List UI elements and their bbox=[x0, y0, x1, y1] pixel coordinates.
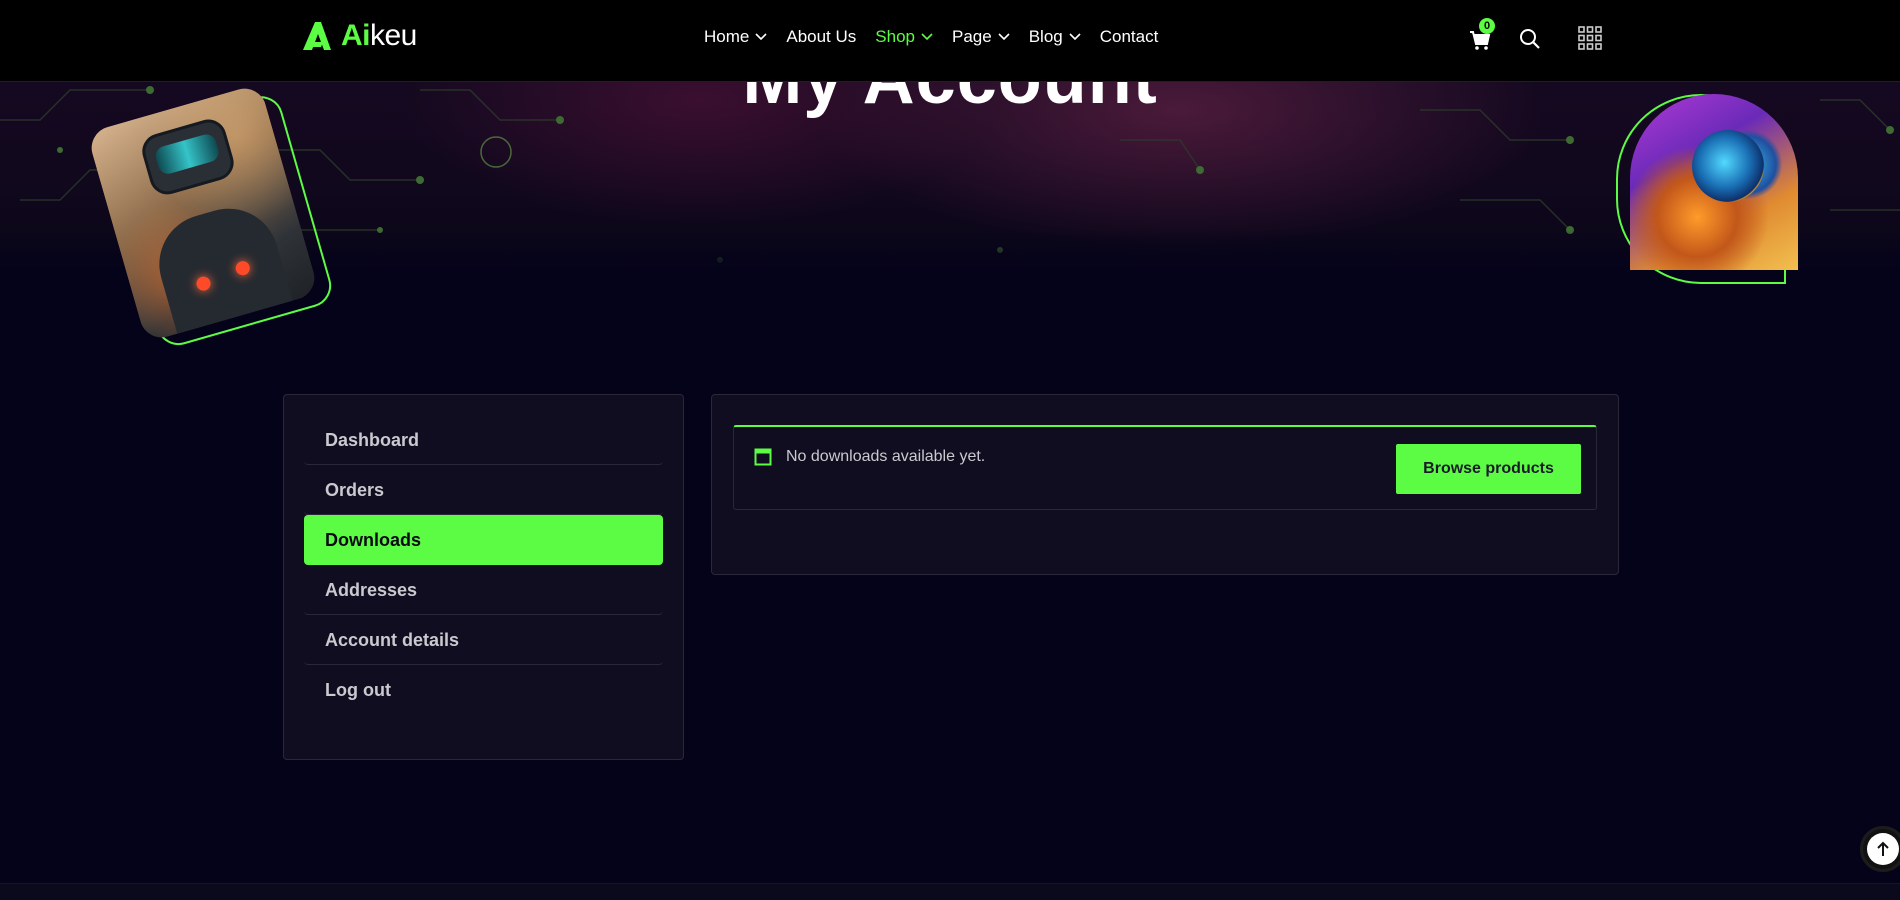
account-navigation: Dashboard Orders Downloads Addresses Acc… bbox=[283, 394, 684, 760]
nav-item-label: Home bbox=[704, 27, 750, 46]
downloads-notice: No downloads available yet. Browse produ… bbox=[733, 425, 1597, 510]
account-nav-downloads[interactable]: Downloads bbox=[304, 515, 663, 565]
nav-item-home[interactable]: Home bbox=[704, 26, 767, 48]
nav-item-shop[interactable]: Shop bbox=[875, 26, 933, 48]
account-nav-orders[interactable]: Orders bbox=[304, 465, 663, 515]
nav-item-blog[interactable]: Blog bbox=[1029, 26, 1081, 48]
nav-item-label: Contact bbox=[1099, 27, 1159, 46]
chevron-down-icon bbox=[755, 33, 767, 41]
notice-window-icon bbox=[754, 448, 772, 466]
nav-item-contact[interactable]: Contact bbox=[1100, 26, 1159, 48]
scroll-top-inner bbox=[1867, 833, 1899, 865]
nav-item-page[interactable]: Page bbox=[952, 26, 1010, 48]
scroll-to-top-button[interactable] bbox=[1860, 826, 1900, 872]
notice-message: No downloads available yet. bbox=[786, 448, 986, 465]
chevron-down-icon bbox=[921, 33, 933, 41]
chevron-down-icon bbox=[998, 33, 1010, 41]
grid-menu-icon[interactable] bbox=[1578, 26, 1602, 50]
logo-text: Aikeu bbox=[341, 19, 417, 52]
logo-mark-icon bbox=[303, 22, 331, 50]
site-header: Aikeu Home About Us Shop Page Blog Conta… bbox=[0, 0, 1900, 82]
chevron-down-icon bbox=[1069, 33, 1081, 41]
nav-item-label: Blog bbox=[1028, 27, 1063, 46]
nav-item-about-us[interactable]: About Us bbox=[786, 26, 856, 48]
robot-eye bbox=[1692, 130, 1764, 202]
robot-helmet-image bbox=[1616, 94, 1804, 284]
cart-count-badge: 0 bbox=[1479, 18, 1495, 34]
main-nav: Home About Us Shop Page Blog Contact bbox=[704, 26, 1177, 48]
account-content: No downloads available yet. Browse produ… bbox=[711, 394, 1619, 575]
browse-products-button[interactable]: Browse products bbox=[1396, 444, 1581, 494]
robot-torso bbox=[147, 196, 296, 343]
nav-item-label: About Us bbox=[786, 27, 857, 46]
search-icon[interactable] bbox=[1518, 27, 1542, 51]
nav-item-label: Page bbox=[952, 27, 992, 46]
site-logo[interactable]: Aikeu bbox=[301, 19, 417, 53]
arrow-up-icon bbox=[1877, 841, 1889, 856]
robot-helmet-picture bbox=[1630, 94, 1798, 270]
account-nav-account-details[interactable]: Account details bbox=[304, 615, 663, 665]
robot-woman-image bbox=[86, 83, 337, 351]
account-nav-dashboard[interactable]: Dashboard bbox=[304, 415, 663, 465]
nav-item-label: Shop bbox=[875, 27, 915, 46]
account-nav-log-out[interactable]: Log out bbox=[304, 665, 663, 715]
account-nav-addresses[interactable]: Addresses bbox=[304, 565, 663, 615]
footer-strip bbox=[0, 883, 1900, 900]
